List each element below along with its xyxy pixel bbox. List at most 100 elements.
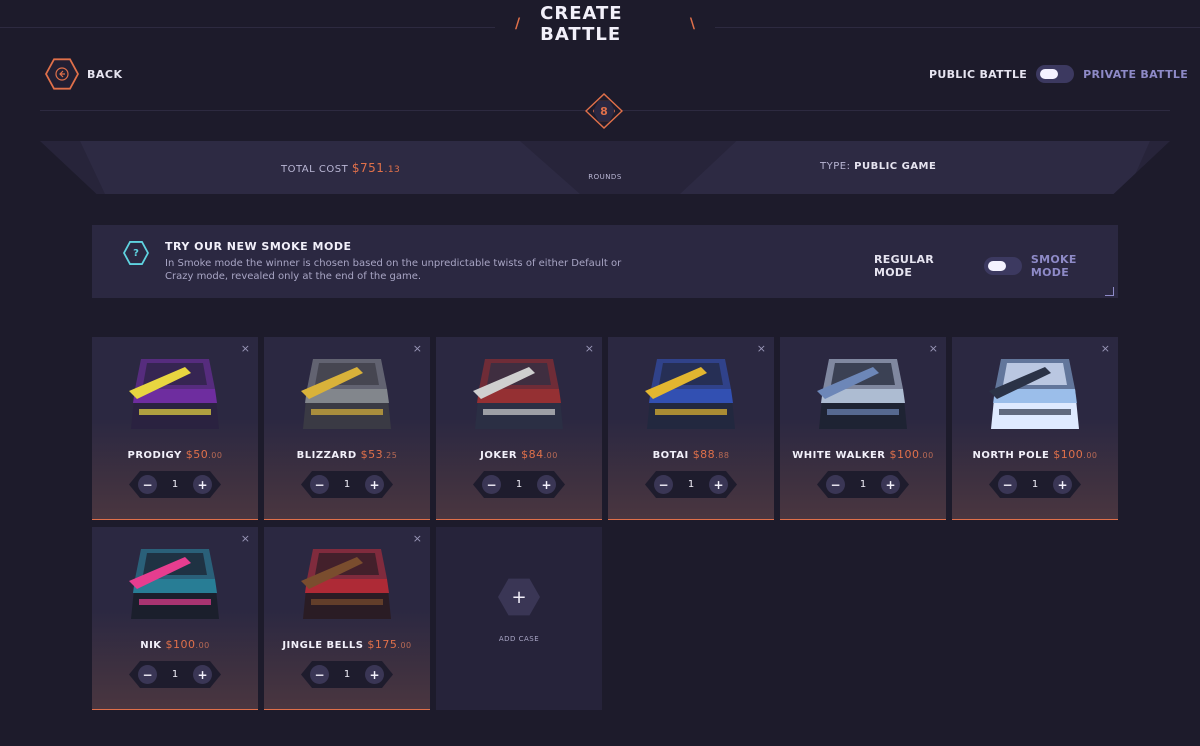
- private-battle-label[interactable]: PRIVATE BATTLE: [1083, 68, 1188, 81]
- rounds-value: 8: [593, 100, 615, 122]
- case-name: NIK $100.00: [140, 638, 210, 651]
- case-card: × BLIZZARD $53.25 − 1 +: [264, 337, 430, 520]
- quantity-stepper: − 1 +: [473, 471, 565, 498]
- decrease-button[interactable]: −: [310, 475, 329, 494]
- decrease-button[interactable]: −: [998, 475, 1017, 494]
- smoke-mode-title: TRY OUR NEW SMOKE MODE: [165, 240, 352, 253]
- case-card: × JINGLE BELLS $175.00 − 1 +: [264, 527, 430, 710]
- quantity-value: 1: [687, 479, 695, 490]
- remove-case-icon[interactable]: ×: [757, 342, 766, 355]
- case-image: [301, 549, 391, 619]
- case-image: [301, 359, 391, 429]
- increase-button[interactable]: +: [365, 665, 384, 684]
- page-title: CREATE BATTLE: [540, 3, 623, 45]
- decrease-button[interactable]: −: [482, 475, 501, 494]
- case-card: × BOTAI $88.88 − 1 +: [608, 337, 774, 520]
- title-decoration-left: /: [515, 16, 521, 32]
- quantity-value: 1: [343, 479, 351, 490]
- case-price: $53.25: [360, 448, 398, 461]
- public-battle-label[interactable]: PUBLIC BATTLE: [929, 68, 1027, 81]
- case-card: × WHITE WALKER $100.00 − 1 +: [780, 337, 946, 520]
- remove-case-icon[interactable]: ×: [413, 532, 422, 545]
- increase-button[interactable]: +: [1053, 475, 1072, 494]
- back-icon: [45, 58, 79, 90]
- increase-button[interactable]: +: [193, 475, 212, 494]
- total-cost-label: TOTAL COST: [281, 164, 349, 175]
- case-name: JINGLE BELLS $175.00: [282, 638, 412, 651]
- case-name: WHITE WALKER $100.00: [792, 448, 934, 461]
- increase-button[interactable]: +: [881, 475, 900, 494]
- case-price: $100.00: [165, 638, 210, 651]
- quantity-stepper: − 1 +: [645, 471, 737, 498]
- case-price: $50.00: [185, 448, 223, 461]
- increase-button[interactable]: +: [537, 475, 556, 494]
- quantity-value: 1: [859, 479, 867, 490]
- decrease-button[interactable]: −: [138, 475, 157, 494]
- title-decoration-right: \: [689, 16, 695, 32]
- smoke-mode-icon: ?: [123, 241, 149, 265]
- decrease-button[interactable]: −: [310, 665, 329, 684]
- total-cost-cents: .13: [384, 165, 401, 175]
- increase-button[interactable]: +: [365, 475, 384, 494]
- game-mode-toggle-group: REGULAR MODE SMOKE MODE: [874, 253, 1118, 279]
- battle-visibility-toggle[interactable]: [1036, 65, 1075, 83]
- case-name: NORTH POLE $100.00: [972, 448, 1098, 461]
- remove-case-icon[interactable]: ×: [1101, 342, 1110, 355]
- game-type: TYPE: PUBLIC GAME: [820, 161, 936, 172]
- back-button[interactable]: BACK: [45, 57, 123, 91]
- regular-mode-label[interactable]: REGULAR MODE: [874, 253, 975, 279]
- quantity-stepper: − 1 +: [817, 471, 909, 498]
- case-name: JOKER $84.00: [480, 448, 558, 461]
- smoke-mode-banner: ? TRY OUR NEW SMOKE MODE In Smoke mode t…: [92, 225, 1118, 298]
- add-icon: +: [498, 578, 540, 616]
- decrease-button[interactable]: −: [654, 475, 673, 494]
- resize-corner-icon: [1105, 287, 1114, 296]
- case-image: [473, 359, 563, 429]
- smoke-mode-description: In Smoke mode the winner is chosen based…: [165, 258, 622, 282]
- case-card: × JOKER $84.00 − 1 +: [436, 337, 602, 520]
- case-price: $84.00: [521, 448, 558, 461]
- case-name: PRODIGY $50.00: [127, 448, 223, 461]
- game-mode-toggle[interactable]: [984, 257, 1022, 275]
- remove-case-icon[interactable]: ×: [241, 342, 250, 355]
- quantity-value: 1: [515, 479, 523, 490]
- case-price: $100.00: [889, 448, 934, 461]
- case-card: × NORTH POLE $100.00 − 1 +: [952, 337, 1118, 520]
- remove-case-icon[interactable]: ×: [413, 342, 422, 355]
- increase-button[interactable]: +: [709, 475, 728, 494]
- total-cost-value: $751: [351, 161, 385, 175]
- remove-case-icon[interactable]: ×: [241, 532, 250, 545]
- case-card: × PRODIGY $50.00 − 1 +: [92, 337, 258, 520]
- case-image: [645, 359, 735, 429]
- decrease-button[interactable]: −: [826, 475, 845, 494]
- page-header: / CREATE BATTLE \: [495, 0, 715, 48]
- quantity-stepper: − 1 +: [129, 661, 221, 688]
- game-type-label: TYPE:: [820, 161, 851, 172]
- add-case-button[interactable]: + ADD CASE: [436, 527, 602, 710]
- case-price: $100.00: [1053, 448, 1098, 461]
- case-card: × NIK $100.00 − 1 +: [92, 527, 258, 710]
- case-image: [817, 359, 907, 429]
- case-image: [129, 549, 219, 619]
- case-name: BOTAI $88.88: [652, 448, 730, 461]
- remove-case-icon[interactable]: ×: [585, 342, 594, 355]
- quantity-stepper: − 1 +: [301, 471, 393, 498]
- quantity-value: 1: [1031, 479, 1039, 490]
- case-image: [989, 359, 1079, 429]
- case-image: [129, 359, 219, 429]
- total-cost: TOTAL COST $751.13: [281, 161, 400, 175]
- quantity-value: 1: [171, 479, 179, 490]
- quantity-value: 1: [171, 669, 179, 680]
- increase-button[interactable]: +: [193, 665, 212, 684]
- quantity-stepper: − 1 +: [129, 471, 221, 498]
- back-label: BACK: [87, 67, 123, 81]
- rounds-indicator[interactable]: 8: [585, 93, 623, 129]
- remove-case-icon[interactable]: ×: [929, 342, 938, 355]
- quantity-stepper: − 1 +: [989, 471, 1081, 498]
- battle-visibility-toggle-group: PUBLIC BATTLE PRIVATE BATTLE: [929, 65, 1188, 83]
- smoke-mode-label[interactable]: SMOKE MODE: [1031, 253, 1118, 279]
- decrease-button[interactable]: −: [138, 665, 157, 684]
- battle-stats-bar: [40, 141, 1170, 194]
- case-price: $88.88: [692, 448, 730, 461]
- quantity-stepper: − 1 +: [301, 661, 393, 688]
